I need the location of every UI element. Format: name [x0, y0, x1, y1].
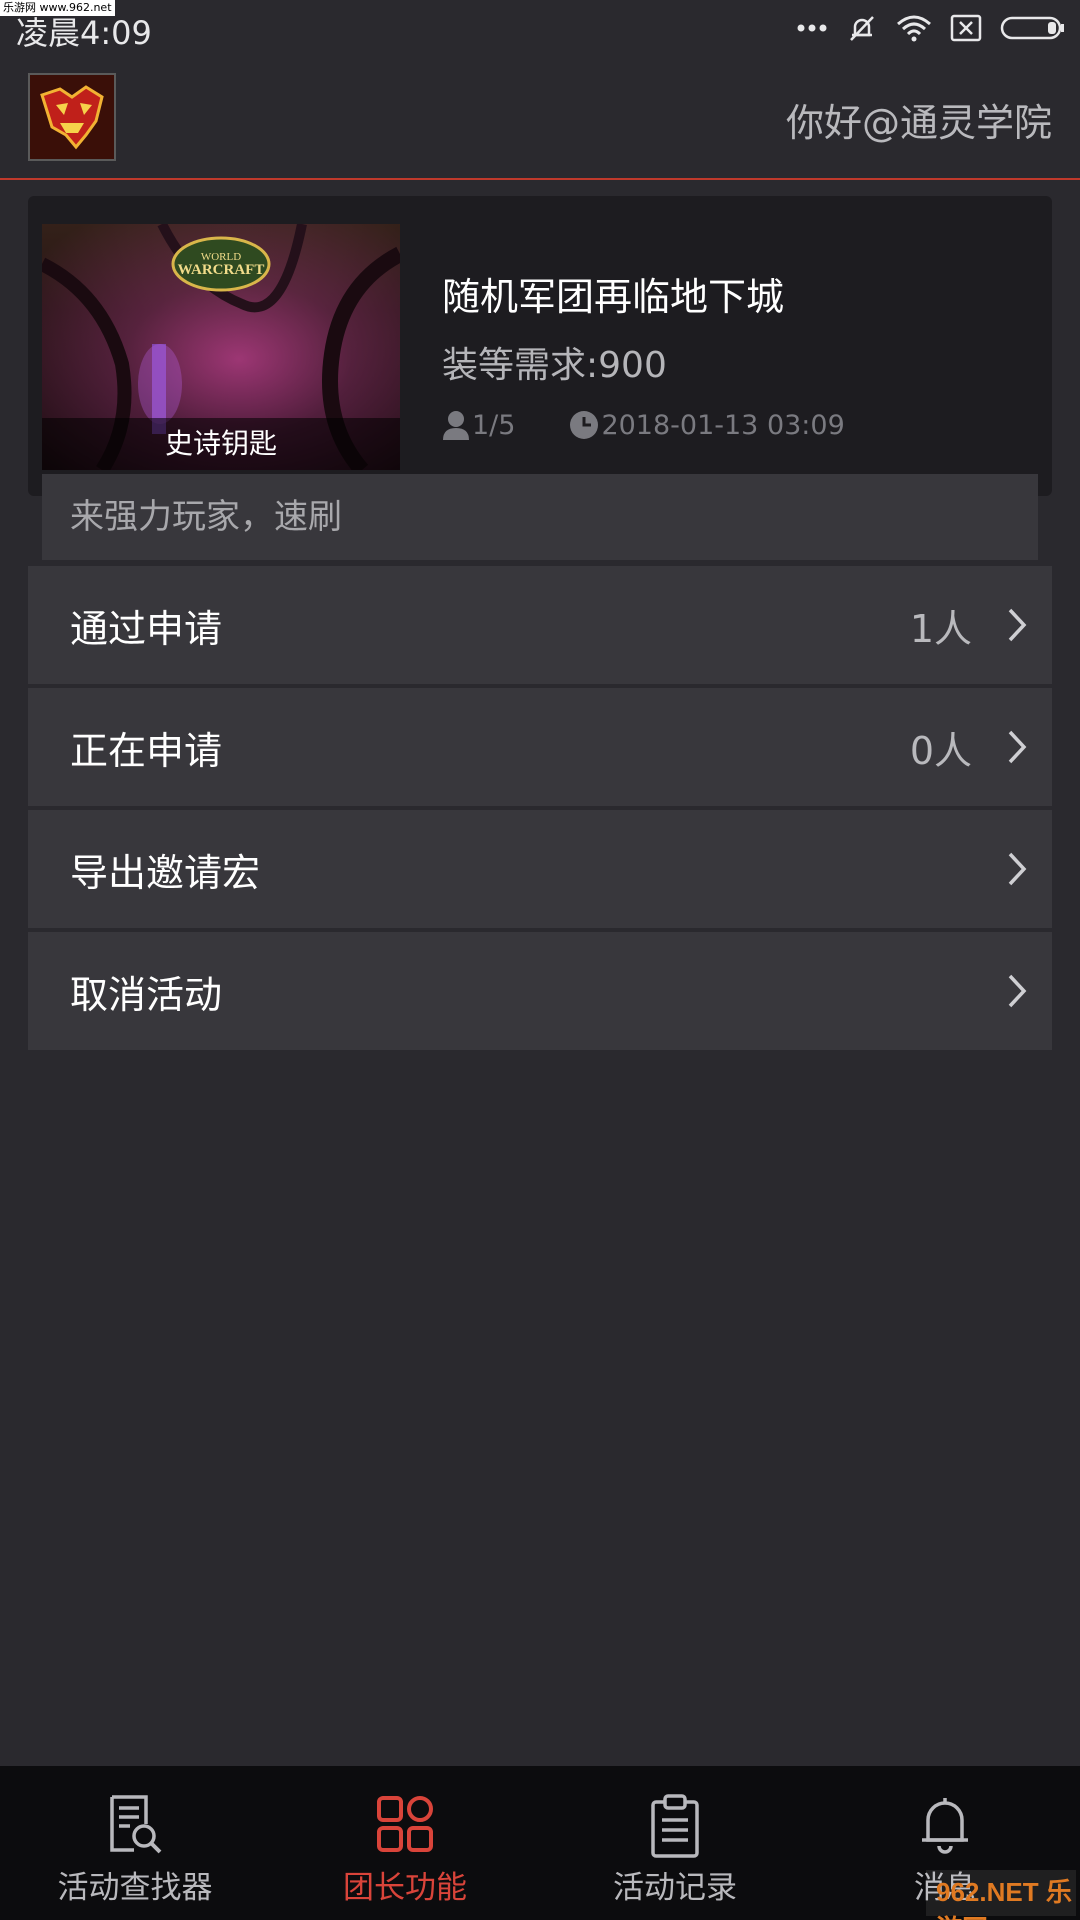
no-sim-icon [950, 14, 982, 42]
watermark-text: 962.NET 乐游网 [936, 1877, 1072, 1920]
activity-meta: 1/5 2018-01-13 03:09 [442, 408, 845, 442]
menu-item-label: 正在申请 [70, 728, 223, 773]
export-invite-macro-row[interactable]: 导出邀请宏 [28, 810, 1052, 928]
member-count: 1/5 [442, 410, 515, 441]
activity-time: 2018-01-13 03:09 [569, 409, 845, 441]
status-bar: 乐游网 www.962.net 凌晨4:09 [0, 0, 1080, 56]
chevron-right-icon [1008, 852, 1027, 886]
activity-note: 来强力玩家，速刷 [42, 474, 1038, 560]
cancel-activity-row[interactable]: 取消活动 [28, 932, 1052, 1050]
status-icons [796, 10, 1066, 46]
activity-time-text: 2018-01-13 03:09 [601, 409, 845, 441]
status-time: 凌晨4:09 [16, 14, 152, 52]
horde-emblem-icon [30, 75, 114, 159]
menu-item-label: 取消活动 [70, 972, 223, 1017]
nav-label: 活动记录 [613, 1870, 737, 1906]
activity-card: WORLD WARCRAFT 史诗钥匙 随机军团再临地下城 装等需求:900 1… [28, 196, 1052, 496]
clock-icon [570, 411, 599, 439]
wifi-icon [897, 15, 931, 42]
tab-activity-finder[interactable]: 活动查找器 [0, 1766, 270, 1920]
search-document-icon [110, 1795, 162, 1854]
bell-icon [922, 1798, 968, 1854]
user-greeting: 你好@通灵学院 [785, 101, 1052, 145]
battery-icon [1000, 16, 1064, 40]
mute-bell-icon [850, 16, 874, 41]
clipboard-icon [651, 1794, 699, 1858]
menu-item-label: 导出邀请宏 [70, 850, 261, 895]
tab-leader-functions[interactable]: 团长功能 [270, 1766, 540, 1920]
app-header: 你好@通灵学院 [0, 56, 1080, 180]
more-dots-icon [797, 24, 827, 32]
chevron-right-icon [1008, 974, 1027, 1008]
grid-icon [377, 1796, 433, 1852]
thumbnail-caption: 史诗钥匙 [42, 418, 400, 470]
person-icon [443, 411, 469, 440]
leader-menu: 通过申请 1人 正在申请 0人 导出邀请宏 取消活动 [28, 566, 1052, 1054]
activity-title: 随机军团再临地下城 [442, 275, 785, 319]
item-level-requirement: 装等需求:900 [442, 345, 667, 386]
nav-label: 活动查找器 [57, 1870, 213, 1906]
chevron-right-icon [1008, 730, 1027, 764]
chevron-right-icon [1008, 608, 1027, 642]
menu-item-label: 通过申请 [70, 606, 223, 651]
guild-avatar[interactable] [28, 73, 116, 161]
menu-item-count: 0人 [909, 728, 972, 773]
bottom-watermark: 962.NET 乐游网 [926, 1870, 1076, 1920]
svg-text:WARCRAFT: WARCRAFT [178, 262, 265, 278]
tab-activity-records[interactable]: 活动记录 [540, 1766, 810, 1920]
approved-applications-row[interactable]: 通过申请 1人 [28, 566, 1052, 684]
pending-applications-row[interactable]: 正在申请 0人 [28, 688, 1052, 806]
member-count-text: 1/5 [472, 409, 516, 441]
activity-thumbnail: WORLD WARCRAFT 史诗钥匙 [42, 224, 400, 470]
bottom-navigation: 活动查找器 团长功能 活动记录 消息 962.NET 乐游网 [0, 1766, 1080, 1920]
menu-item-count: 1人 [909, 606, 972, 651]
nav-label: 团长功能 [343, 1870, 467, 1906]
